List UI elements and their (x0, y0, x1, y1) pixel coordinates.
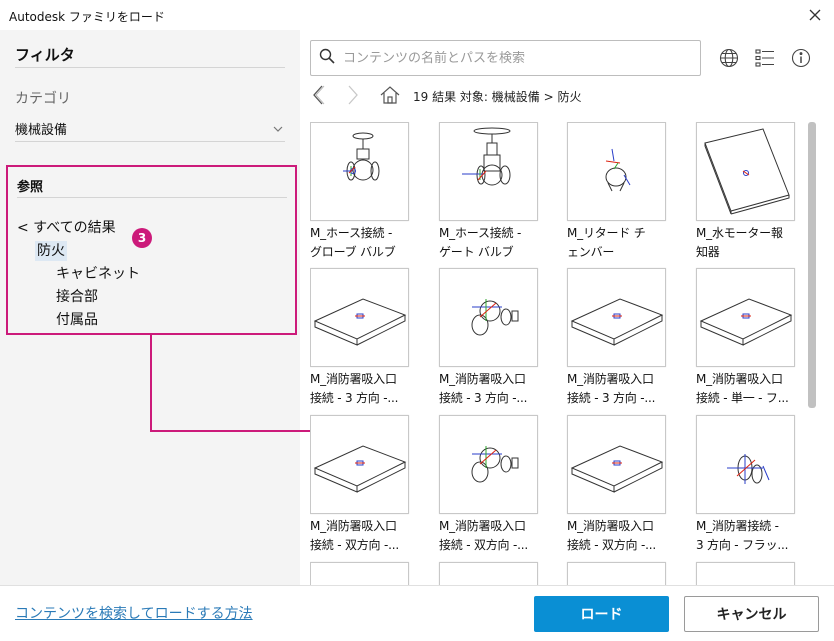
title-bar: Autodesk ファミリをロード (0, 0, 834, 30)
search-box[interactable] (310, 40, 701, 76)
category-tree: < すべての結果 防火 キャビネット 接合部 付属品 (17, 217, 140, 332)
family-thumbnail[interactable] (567, 122, 666, 221)
tree-item-accessories[interactable]: 付属品 (17, 309, 140, 332)
family-tile[interactable]: M_ホース接続 - ゲート バルブ (439, 122, 559, 262)
category-dropdown[interactable]: 機械設備 (15, 116, 285, 140)
family-thumbnail[interactable] (696, 415, 795, 514)
step-badge: 3 (132, 228, 152, 248)
list-view-icon[interactable] (753, 46, 777, 70)
family-tile[interactable]: M_ホース接続 - グローブ バルブ (310, 122, 430, 262)
family-thumbnail[interactable] (310, 268, 409, 367)
reference-title: 参照 (17, 180, 44, 195)
help-link[interactable]: コンテンツを検索してロードする方法 (15, 603, 253, 623)
family-tile[interactable]: M_リタード チェンバー (567, 122, 687, 262)
family-tile[interactable]: M_消防署吸入口 接続 - 3 方向 -... (310, 268, 430, 408)
load-family-dialog: Autodesk ファミリをロード フィルタ カテゴリ 機械設備 参照 < すべ… (0, 0, 834, 641)
family-name: M_水モーター報 知器 (696, 226, 783, 259)
back-icon[interactable] (307, 82, 329, 108)
family-name: M_消防署吸入口 接続 - 3 方向 -... (567, 372, 656, 405)
family-tile[interactable] (567, 562, 687, 585)
globe-icon[interactable] (717, 46, 741, 70)
family-thumbnail[interactable] (439, 415, 538, 514)
family-thumbnail[interactable] (439, 122, 538, 221)
forward-icon[interactable] (342, 82, 364, 108)
family-tile[interactable]: M_消防署吸入口 接続 - 3 方向 -... (439, 268, 559, 408)
load-button[interactable]: ロード (534, 596, 669, 632)
family-thumbnail[interactable] (696, 268, 795, 367)
divider (17, 197, 287, 198)
family-tile[interactable] (439, 562, 559, 585)
family-name: M_消防署吸入口 接続 - 双方向 -... (567, 519, 656, 552)
content-grid: M_ホース接続 - グローブ バルブ M_ホース接続 - ゲート バルブ M_リタード … (310, 122, 810, 585)
family-thumbnail[interactable] (439, 562, 538, 585)
search-icon (319, 48, 335, 68)
category-label: カテゴリ (15, 91, 71, 107)
family-thumbnail[interactable] (567, 562, 666, 585)
search-input[interactable] (343, 50, 683, 66)
family-tile[interactable]: M_消防署吸入口 接続 - 双方向 -... (439, 415, 559, 555)
family-tile[interactable]: M_消防署吸入口 接続 - 単一 - フ... (696, 268, 810, 408)
reference-section: 参照 < すべての結果 防火 キャビネット 接合部 付属品 (6, 165, 297, 335)
family-name: M_ホース接続 - グローブ バルブ (310, 226, 396, 259)
divider (15, 141, 285, 142)
family-thumbnail[interactable] (310, 415, 409, 514)
family-tile[interactable] (696, 562, 810, 585)
family-tile[interactable]: M_消防署接続 -3 方向 - フラッ... (696, 415, 810, 555)
family-thumbnail[interactable] (567, 415, 666, 514)
family-name: M_消防署吸入口 接続 - 3 方向 -... (439, 372, 528, 405)
scrollbar-thumb[interactable] (808, 122, 816, 408)
family-name: M_消防署吸入口 接続 - 単一 - フ... (696, 372, 789, 405)
family-name: M_消防署吸入口 接続 - 3 方向 -... (310, 372, 399, 405)
window-title: Autodesk ファミリをロード (9, 10, 165, 24)
home-icon[interactable] (378, 82, 402, 108)
family-name: M_消防署吸入口 接続 - 双方向 -... (310, 519, 399, 552)
navigation-row: 19 結果 対象: 機械設備 > 防火 (307, 82, 807, 108)
family-name: M_消防署接続 -3 方向 - フラッ... (696, 519, 789, 552)
family-thumbnail[interactable] (567, 268, 666, 367)
family-tile[interactable]: M_消防署吸入口 接続 - 3 方向 -... (567, 268, 687, 408)
family-thumbnail[interactable] (310, 562, 409, 585)
family-tile[interactable]: M_消防署吸入口 接続 - 双方向 -... (567, 415, 687, 555)
family-name: M_ホース接続 - ゲート バルブ (439, 226, 522, 259)
family-thumbnail[interactable] (310, 122, 409, 221)
family-tile[interactable]: M_消防署吸入口 接続 - 双方向 -... (310, 415, 430, 555)
cancel-button[interactable]: キャンセル (684, 596, 819, 632)
filter-panel: フィルタ カテゴリ 機械設備 参照 < すべての結果 防火 キャビネット 接合部… (0, 30, 300, 585)
family-thumbnail[interactable] (696, 562, 795, 585)
chevron-down-icon (273, 121, 283, 136)
tree-item-connections[interactable]: 接合部 (17, 286, 140, 309)
tree-item-fire-protection[interactable]: 防火 (17, 240, 140, 263)
family-tile[interactable] (310, 562, 430, 585)
breadcrumb: 19 結果 対象: 機械設備 > 防火 (413, 90, 582, 104)
family-thumbnail[interactable] (439, 268, 538, 367)
info-icon[interactable] (789, 46, 813, 70)
family-name: M_リタード チェンバー (567, 226, 646, 259)
family-tile[interactable]: M_水モーター報 知器 (696, 122, 810, 262)
tree-item-cabinet[interactable]: キャビネット (17, 263, 140, 286)
family-name: M_消防署吸入口 接続 - 双方向 -... (439, 519, 528, 552)
annotation-line (150, 335, 152, 432)
filter-title: フィルタ (15, 46, 75, 64)
close-icon[interactable] (804, 4, 826, 26)
tree-item-all-results[interactable]: < すべての結果 (17, 217, 140, 240)
category-value: 機械設備 (15, 122, 68, 138)
divider (15, 67, 285, 68)
family-thumbnail[interactable] (696, 122, 795, 221)
annotation-line (150, 430, 322, 432)
dialog-footer: コンテンツを検索してロードする方法 ロード キャンセル (0, 585, 834, 641)
